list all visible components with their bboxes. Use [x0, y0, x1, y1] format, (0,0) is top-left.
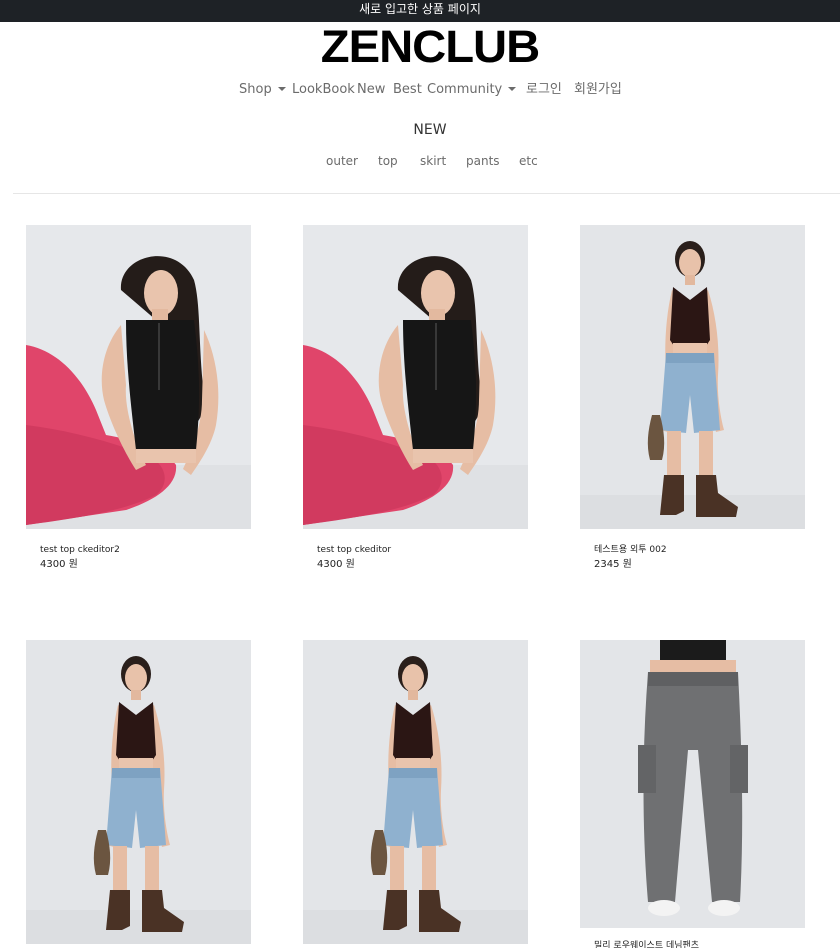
product-price: 2345 원 — [594, 559, 632, 570]
product-image[interactable] — [26, 225, 251, 529]
product-card[interactable]: 테스트용 외투 002 2345 원 — [580, 225, 805, 585]
category-nav: outer top skirt pants etc — [0, 152, 840, 170]
product-price: 4300 원 — [40, 559, 78, 570]
product-image[interactable] — [26, 640, 251, 944]
announcement-text: 새로 입고한 상품 페이지 — [359, 2, 481, 16]
nav-best[interactable]: Best — [393, 81, 422, 99]
product-name[interactable]: 테스트용 외투 002 — [594, 544, 667, 556]
nav-lookbook[interactable]: LookBook — [292, 81, 355, 99]
product-image[interactable] — [303, 225, 528, 529]
product-name[interactable]: test top ckeditor — [317, 544, 391, 556]
category-top[interactable]: top — [378, 152, 398, 170]
main-nav: Shop LookBook New Best Community 로그인 회원가… — [0, 81, 840, 99]
nav-community[interactable]: Community — [427, 81, 517, 99]
nav-new[interactable]: New — [357, 81, 385, 99]
product-card[interactable] — [303, 640, 528, 948]
product-name[interactable]: 밀리 로우웨이스트 데님팬츠 — [594, 940, 699, 948]
category-etc[interactable]: etc — [519, 152, 538, 170]
product-image[interactable] — [303, 640, 528, 944]
category-outer[interactable]: outer — [326, 152, 358, 170]
product-card[interactable] — [26, 640, 251, 948]
product-image[interactable] — [580, 225, 805, 529]
chevron-down-icon — [508, 86, 517, 91]
product-image[interactable] — [580, 640, 805, 928]
product-price: 4300 원 — [317, 559, 355, 570]
product-card[interactable]: test top ckeditor2 4300 원 — [26, 225, 251, 585]
signup-link[interactable]: 회원가입 — [574, 81, 622, 99]
chevron-down-icon — [277, 86, 286, 91]
page-title: NEW — [413, 122, 447, 138]
product-name[interactable]: test top ckeditor2 — [40, 544, 120, 556]
product-card[interactable]: test top ckeditor 4300 원 — [303, 225, 528, 585]
brand-logo[interactable]: ZENCLUB — [0, 24, 840, 69]
category-skirt[interactable]: skirt — [420, 152, 446, 170]
divider — [13, 193, 840, 194]
nav-shop-label: Shop — [239, 82, 272, 97]
nav-community-label: Community — [427, 82, 503, 97]
category-pants[interactable]: pants — [466, 152, 500, 170]
announcement-bar: 새로 입고한 상품 페이지 — [0, 0, 840, 22]
product-card[interactable]: 밀리 로우웨이스트 데님팬츠 — [580, 640, 805, 948]
login-link[interactable]: 로그인 — [526, 81, 562, 99]
nav-shop[interactable]: Shop — [239, 81, 286, 99]
